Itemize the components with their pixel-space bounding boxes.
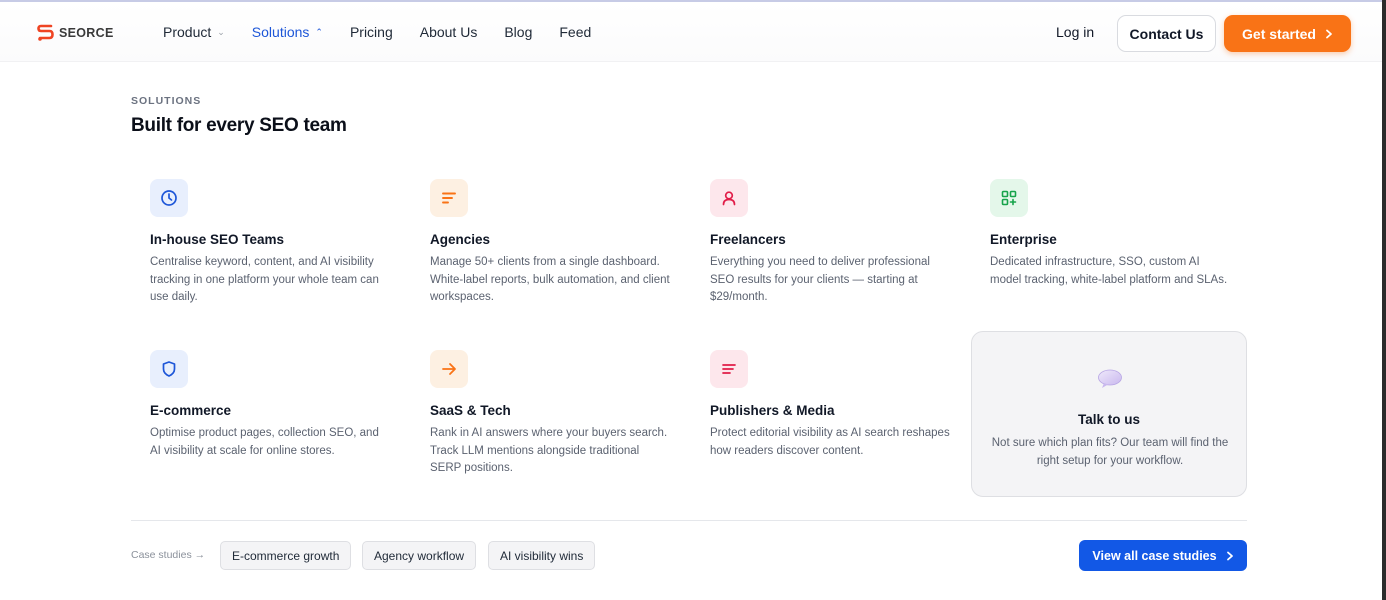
card-title: E-commerce (150, 403, 232, 418)
contact-us-button[interactable]: Contact Us (1117, 15, 1216, 52)
card-title: SaaS & Tech (430, 403, 511, 418)
card-title: Agencies (430, 232, 491, 247)
card-description: Rank in AI answers where your buyers sea… (430, 427, 668, 474)
card-title: In-house SEO Teams (150, 232, 285, 247)
site-header: SEORCE Product ⌄ Solutions ⌃ Pricing Abo… (0, 2, 1382, 62)
card-title: Publishers & Media (710, 403, 835, 418)
card-description: Centralise keyword, content, and AI visi… (150, 256, 379, 303)
text-lines-icon (710, 350, 748, 388)
card-description: Optimise product pages, collection SEO, … (150, 427, 379, 457)
case-study-chip-ecommerce[interactable]: E-commerce growth (220, 541, 352, 570)
login-link[interactable]: Log in (1056, 24, 1094, 40)
view-all-case-studies-button[interactable]: View all case studies (1079, 540, 1247, 571)
solution-card-publishers[interactable]: Publishers & Media Protect editorial vis… (710, 350, 960, 460)
nav-item-product[interactable]: Product ⌄ (163, 24, 225, 40)
card-description: Everything you need to deliver professio… (710, 256, 930, 303)
speech-bubble-icon (1098, 369, 1122, 388)
clock-icon (150, 179, 188, 217)
solution-card-agencies[interactable]: Agencies Manage 50+ clients from a singl… (430, 179, 680, 307)
nav-item-label: Feed (559, 24, 592, 40)
solution-card-ecommerce[interactable]: E-commerce Optimise product pages, colle… (150, 350, 400, 460)
nav-item-label: Product (163, 24, 212, 40)
talk-title: Talk to us (1077, 412, 1140, 427)
shield-icon (150, 350, 188, 388)
nav-item-label: Blog (504, 24, 533, 40)
list-icon (430, 179, 468, 217)
nav-item-label: Pricing (349, 24, 393, 40)
card-description: Dedicated infrastructure, SSO, custom AI… (990, 256, 1228, 286)
main-nav: Product ⌄ Solutions ⌃ Pricing About Us B… (163, 24, 618, 40)
card-title: Enterprise (990, 232, 1057, 247)
chevron-up-icon: ⌃ (315, 26, 323, 37)
grid-plus-icon (990, 179, 1028, 217)
solution-card-in-house[interactable]: In-house SEO Teams Centralise keyword, c… (150, 179, 400, 307)
user-icon (710, 179, 748, 217)
case-study-chip-agency[interactable]: Agency workflow (362, 541, 477, 570)
window-right-border (1382, 0, 1386, 600)
seorce-logo-icon (37, 24, 54, 41)
logo-text: SEORCE (59, 26, 114, 40)
case-study-chip-ai-visibility[interactable]: AI visibility wins (488, 541, 596, 570)
solution-card-freelancers[interactable]: Freelancers Everything you need to deliv… (710, 179, 960, 307)
nav-item-label: Solutions (251, 24, 310, 40)
card-description: Protect editorial visibility as AI searc… (710, 427, 950, 457)
chevron-right-icon (1226, 551, 1233, 560)
nav-item-about-us[interactable]: About Us (420, 24, 478, 40)
view-all-label: View all case studies (1092, 548, 1217, 563)
nav-item-solutions[interactable]: Solutions ⌃ (252, 24, 323, 40)
chevron-right-icon (1326, 29, 1332, 38)
solution-card-saas-tech[interactable]: SaaS & Tech Rank in AI answers where you… (430, 350, 680, 478)
nav-item-blog[interactable]: Blog (504, 24, 532, 40)
section-title: Built for every SEO team (131, 115, 347, 136)
get-started-label: Get started (1242, 25, 1316, 42)
nav-item-feed[interactable]: Feed (559, 24, 591, 40)
card-description: Manage 50+ clients from a single dashboa… (430, 256, 670, 303)
chevron-down-icon: ⌄ (217, 26, 225, 37)
section-eyebrow: SOLUTIONS (131, 95, 202, 107)
solution-card-enterprise[interactable]: Enterprise Dedicated infrastructure, SSO… (990, 179, 1240, 289)
nav-item-label: About Us (419, 24, 478, 40)
arrow-right-icon (430, 350, 468, 388)
talk-to-us-card[interactable]: Talk to us Not sure which plan fits? Our… (971, 331, 1247, 497)
talk-description: Not sure which plan fits? Our team will … (991, 437, 1229, 467)
logo[interactable]: SEORCE (37, 24, 114, 42)
get-started-button[interactable]: Get started (1224, 15, 1351, 52)
case-studies-label: Case studies → (131, 549, 206, 561)
divider (131, 520, 1247, 521)
card-title: Freelancers (710, 232, 786, 247)
nav-item-pricing[interactable]: Pricing (350, 24, 393, 40)
